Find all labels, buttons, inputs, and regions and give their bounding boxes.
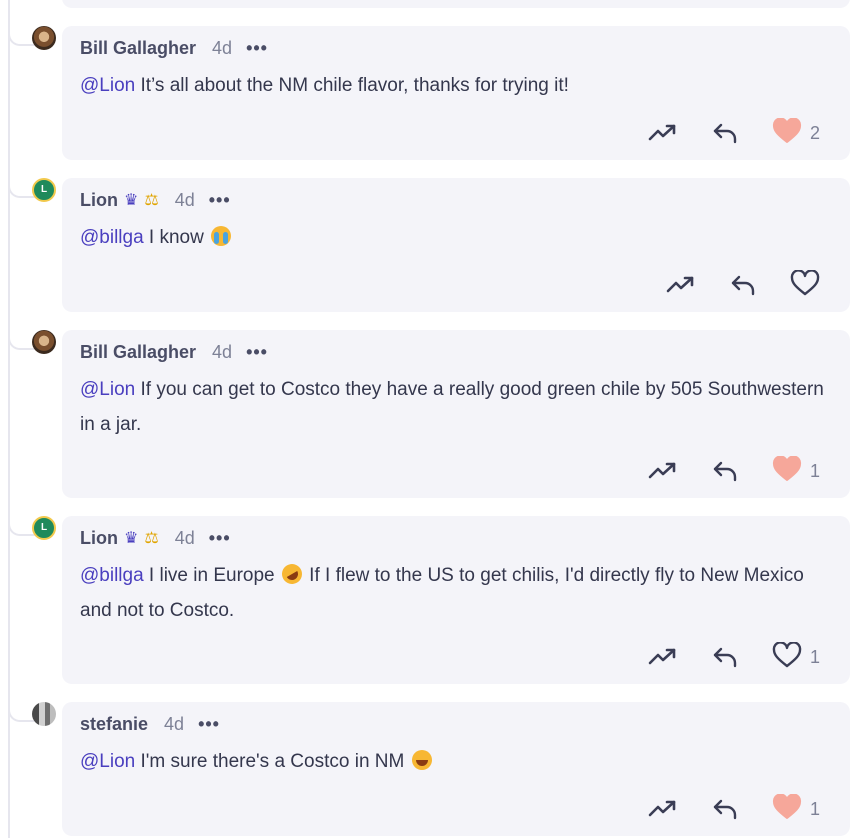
reply-icon[interactable] <box>710 456 740 486</box>
avatar[interactable]: L <box>32 516 56 540</box>
comment-meta: Lion ♛ ⚖ 4d ••• <box>80 188 231 212</box>
mention-link[interactable]: @Lion <box>80 379 135 400</box>
comment-card: Lion ♛ ⚖ 4d ••• @billga I live in Europe… <box>62 516 850 684</box>
heart-icon <box>772 793 802 825</box>
reply-icon[interactable] <box>710 794 740 824</box>
like-button[interactable]: 1 <box>772 640 820 673</box>
like-button[interactable] <box>790 268 820 301</box>
author-name[interactable]: Bill Gallagher <box>80 342 196 363</box>
like-count: 1 <box>809 798 820 819</box>
reply-icon[interactable] <box>710 642 740 672</box>
mention-link[interactable]: @Lion <box>80 75 135 96</box>
comment-meta: Lion ♛ ⚖ 4d ••• <box>80 526 231 550</box>
heart-icon <box>772 455 802 487</box>
rolling-on-floor-laughing-icon <box>278 560 306 588</box>
comment-card: Bill Gallagher 4d ••• @Lion It’s all abo… <box>62 26 850 160</box>
timestamp[interactable]: 4d <box>164 714 184 735</box>
more-options-icon[interactable]: ••• <box>209 190 231 211</box>
like-count: 1 <box>809 646 820 667</box>
timestamp[interactable]: 4d <box>212 342 232 363</box>
face-with-tears-of-joy-icon <box>411 750 432 770</box>
loudly-crying-face-icon <box>211 226 232 246</box>
comment-text: If you can get to Costco they have a rea… <box>80 379 824 435</box>
trending-icon[interactable] <box>648 642 678 672</box>
comment-body: @Lion I'm sure there's a Costco in NM <box>80 744 832 779</box>
trending-icon[interactable] <box>666 270 696 300</box>
comment-text: I know <box>143 227 210 248</box>
comment-actions: 1 <box>616 455 820 487</box>
previous-comment-card <box>62 0 850 8</box>
comment-text: It’s all about the NM chile flavor, than… <box>135 75 569 96</box>
timestamp[interactable]: 4d <box>175 528 195 549</box>
reply-icon[interactable] <box>728 270 758 300</box>
heart-icon <box>772 640 802 673</box>
comment-actions <box>634 268 820 301</box>
avatar[interactable]: L <box>32 178 56 202</box>
heart-icon <box>772 117 802 149</box>
like-button[interactable]: 2 <box>772 117 820 149</box>
comment-body: @Lion It’s all about the NM chile flavor… <box>80 68 832 103</box>
like-button[interactable]: 1 <box>772 455 820 487</box>
comment-meta: Bill Gallagher 4d ••• <box>80 340 268 364</box>
author-name[interactable]: Lion <box>80 190 118 211</box>
more-options-icon[interactable]: ••• <box>246 38 268 59</box>
comment-text: I'm sure there's a Costco in NM <box>135 751 410 772</box>
comment-card: stefanie 4d ••• @Lion I'm sure there's a… <box>62 702 850 836</box>
comment-body: @Lion If you can get to Costco they have… <box>80 372 832 442</box>
author-name[interactable]: Bill Gallagher <box>80 38 196 59</box>
avatar[interactable] <box>32 26 56 50</box>
timestamp[interactable]: 4d <box>212 38 232 59</box>
more-options-icon[interactable]: ••• <box>246 342 268 363</box>
mention-link[interactable]: @billga <box>80 227 144 248</box>
comment-meta: stefanie 4d ••• <box>80 712 220 736</box>
like-count: 2 <box>809 122 820 143</box>
mention-link[interactable]: @Lion <box>80 751 135 772</box>
more-options-icon[interactable]: ••• <box>209 528 231 549</box>
heart-icon <box>790 268 820 301</box>
trending-icon[interactable] <box>648 456 678 486</box>
reply-icon[interactable] <box>710 118 740 148</box>
author-name[interactable]: stefanie <box>80 714 148 735</box>
comment-actions: 1 <box>616 793 820 825</box>
scales-icon: ⚖ <box>144 192 159 209</box>
timestamp[interactable]: 4d <box>175 190 195 211</box>
comment-card: Lion ♛ ⚖ 4d ••• @billga I know <box>62 178 850 312</box>
comment-actions: 2 <box>616 117 820 149</box>
mention-link[interactable]: @billga <box>80 565 144 586</box>
comment-meta: Bill Gallagher 4d ••• <box>80 36 268 60</box>
avatar[interactable] <box>32 330 56 354</box>
trending-icon[interactable] <box>648 794 678 824</box>
like-count: 1 <box>809 460 820 481</box>
trending-icon[interactable] <box>648 118 678 148</box>
comment-card: Bill Gallagher 4d ••• @Lion If you can g… <box>62 330 850 498</box>
scales-icon: ⚖ <box>144 530 159 547</box>
more-options-icon[interactable]: ••• <box>198 714 220 735</box>
comment-body: @billga I know <box>80 220 832 255</box>
crown-icon: ♛ <box>124 192 139 209</box>
crown-icon: ♛ <box>124 530 139 547</box>
comment-thread: Bill Gallagher 4d ••• @Lion It’s all abo… <box>0 0 868 838</box>
author-name[interactable]: Lion <box>80 528 118 549</box>
avatar[interactable] <box>32 702 56 726</box>
like-button[interactable]: 1 <box>772 793 820 825</box>
comment-body: @billga I live in Europe If I flew to th… <box>80 558 832 628</box>
comment-text-start: I live in Europe <box>143 565 280 586</box>
comment-actions: 1 <box>616 640 820 673</box>
